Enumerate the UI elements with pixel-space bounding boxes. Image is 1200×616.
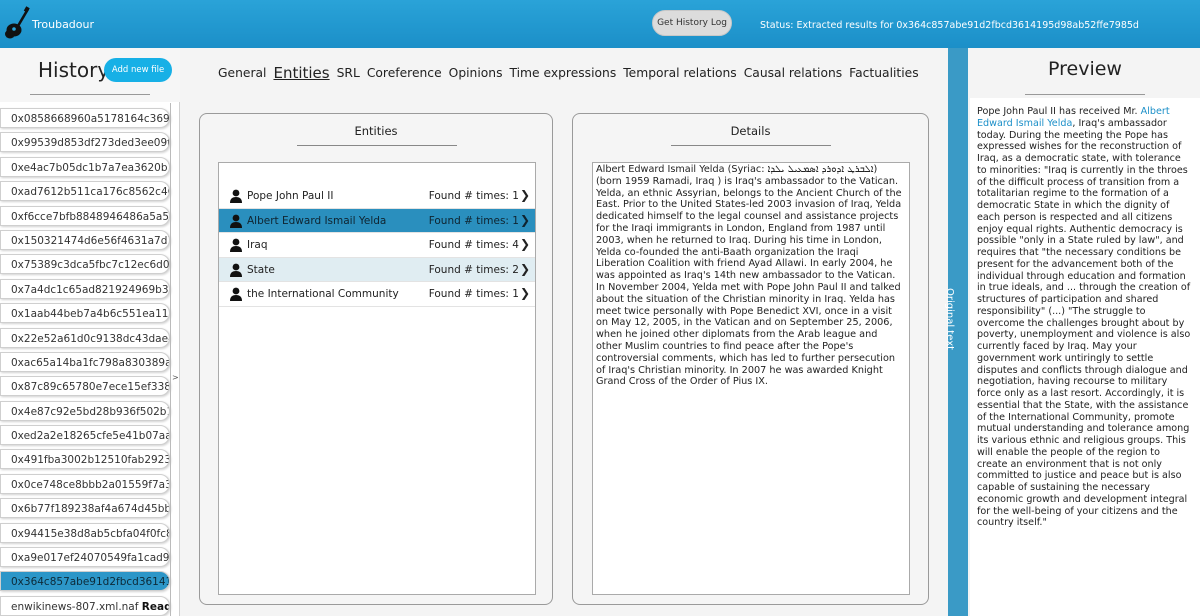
history-title: History xyxy=(38,58,110,82)
entity-name: State xyxy=(247,263,275,276)
ready-status: Ready xyxy=(141,600,169,613)
history-item-ready[interactable]: enwikinews-807.xml.naf Ready xyxy=(0,595,170,616)
get-history-log-button[interactable]: Get History Log xyxy=(652,10,732,36)
preview-text-after: , Iraq's ambassador today. During the me… xyxy=(977,117,1191,529)
details-panel: Details Albert Edward Ismail Yelda (Syri… xyxy=(572,113,929,605)
entities-divider xyxy=(297,145,457,146)
person-icon xyxy=(230,238,242,252)
history-list: 0x0858668960a5178164c369b45 0x99539d853d… xyxy=(0,108,170,616)
entity-count: Found # times: 1 xyxy=(428,190,519,202)
entities-title: Entities xyxy=(354,124,398,138)
history-item[interactable]: 0x22e52a61d0c9138dc43dae4a8 xyxy=(0,327,170,348)
entities-panel: Entities Pope John Paul II Found # times… xyxy=(199,113,553,605)
tab-coreference[interactable]: Coreference xyxy=(367,66,442,88)
person-icon xyxy=(230,189,242,203)
tab-opinions[interactable]: Opinions xyxy=(449,66,503,88)
entity-row-hover[interactable]: State Found # times: 2 ❯ xyxy=(219,257,535,282)
history-item-active[interactable]: 0x364c857abe91d2fbcd3614195c xyxy=(0,571,170,592)
history-item[interactable]: 0xa9e017ef24070549fa1cad9b89 xyxy=(0,547,170,568)
entity-row[interactable]: Iraq Found # times: 4 ❯ xyxy=(219,233,535,258)
history-item[interactable]: 0x6b77f189238af4a674d45bb38 xyxy=(0,498,170,519)
entity-count: Found # times: 4 xyxy=(428,239,519,251)
history-item[interactable]: 0xad7612b511ca176c8562c407eb xyxy=(0,181,170,202)
preview-panel: Preview Pope John Paul II has received M… xyxy=(970,48,1200,616)
chevron-right-icon: ❯ xyxy=(519,237,530,251)
entity-name: Iraq xyxy=(247,239,268,251)
history-item[interactable]: 0x75389c3dca5fbc7c12ec6d0fbc xyxy=(0,254,170,275)
details-divider xyxy=(671,145,831,146)
tab-entities[interactable]: Entities xyxy=(273,64,329,88)
history-divider xyxy=(30,94,150,95)
status-text: Status: Extracted results for 0x364c857a… xyxy=(760,20,1139,31)
history-item[interactable]: 0x0858668960a5178164c369b45 xyxy=(0,108,170,128)
person-icon xyxy=(230,263,242,277)
tab-factualities[interactable]: Factualities xyxy=(849,66,918,88)
person-icon xyxy=(230,287,242,301)
tab-causal-relations[interactable]: Causal relations xyxy=(744,66,842,88)
chevron-right-icon: ❯ xyxy=(519,188,530,202)
preview-text-before: Pope John Paul II has received Mr. xyxy=(977,106,1141,117)
history-item[interactable]: 0xed2a2e18265cfe5e41b07aa314 xyxy=(0,425,170,446)
history-item[interactable]: 0x491fba3002b12510fab2923564 xyxy=(0,449,170,470)
person-icon xyxy=(230,214,242,228)
tab-temporal-relations[interactable]: Temporal relations xyxy=(623,66,736,88)
chevron-right-icon: ❯ xyxy=(519,261,530,276)
history-item[interactable]: 0x4e87c92e5bd28b936f502b174 xyxy=(0,400,170,421)
history-item[interactable]: 0x1aab44beb7a4b6c551ea11173a xyxy=(0,303,170,324)
history-item[interactable]: 0x150321474d6e56f4631a7d76d8 xyxy=(0,229,170,250)
entity-count: Found # times: 1 xyxy=(428,288,519,300)
details-box: Albert Edward Ismail Yelda (Syriac: ܐܠܒܪ… xyxy=(592,162,910,595)
entity-count: Found # times: 1 xyxy=(428,214,519,227)
details-text: Albert Edward Ismail Yelda (Syriac: ܐܠܒܪ… xyxy=(596,164,902,388)
history-scrollbar[interactable] xyxy=(170,103,178,616)
entity-name: Pope John Paul II xyxy=(247,190,334,202)
entity-row-selected[interactable]: Albert Edward Ismail Yelda Found # times… xyxy=(219,208,535,233)
app-header: Troubadour Get History Log Status: Extra… xyxy=(0,0,1200,48)
history-item[interactable]: 0xf6cce7bfb8848946486a5a5b5 xyxy=(0,205,170,226)
tab-time-expressions[interactable]: Time expressions xyxy=(509,66,616,88)
history-item[interactable]: 0x7a4dc1c65ad821924969b306c xyxy=(0,278,170,299)
history-file-name: enwikinews-807.xml.naf xyxy=(11,600,139,613)
history-item[interactable]: 0xe4ac7b05dc1b7a7ea3620b7ff9 xyxy=(0,156,170,177)
preview-text: Pope John Paul II has received Mr. Alber… xyxy=(977,106,1193,529)
history-item[interactable]: 0x94415e38d8ab5cbfa04f0fc85f xyxy=(0,522,170,543)
entity-name: Albert Edward Ismail Yelda xyxy=(247,214,387,227)
history-item[interactable]: 0x0ce748ce8bbb2a01559f7a3eb xyxy=(0,473,170,494)
original-text-label[interactable]: Original text xyxy=(944,288,955,350)
guitar-logo-icon xyxy=(5,6,30,39)
history-item[interactable]: 0x87c89c65780e7ece15ef33823f xyxy=(0,376,170,397)
entity-name: the International Community xyxy=(247,288,399,300)
chevron-right-icon: ❯ xyxy=(519,286,530,300)
entity-count: Found # times: 2 xyxy=(428,263,519,276)
details-title: Details xyxy=(730,124,771,138)
tab-srl[interactable]: SRL xyxy=(337,66,360,88)
preview-divider xyxy=(1025,94,1145,95)
preview-title: Preview xyxy=(1048,58,1122,80)
add-new-file-button[interactable]: Add new file xyxy=(104,58,172,82)
entity-row[interactable]: Pope John Paul II Found # times: 1 ❯ xyxy=(219,184,535,209)
history-item[interactable]: 0x99539d853df273ded3ee09f09 xyxy=(0,132,170,153)
history-sidebar: History Add new file 0x0858668960a517816… xyxy=(0,48,180,616)
collapse-arrow-icon[interactable]: > xyxy=(172,373,179,382)
chevron-right-icon: ❯ xyxy=(519,212,530,227)
entity-row[interactable]: the International Community Found # time… xyxy=(219,282,535,307)
preview-header: Preview xyxy=(970,48,1200,98)
analysis-tabs: General Entities SRL Coreference Opinion… xyxy=(218,64,919,88)
app-title: Troubadour xyxy=(32,18,95,31)
history-header: History Add new file xyxy=(0,48,180,102)
entities-list: Pope John Paul II Found # times: 1 ❯ Alb… xyxy=(218,162,536,595)
tab-general[interactable]: General xyxy=(218,66,266,88)
history-item[interactable]: 0xac65a14ba1fc798a830389a54 xyxy=(0,351,170,372)
